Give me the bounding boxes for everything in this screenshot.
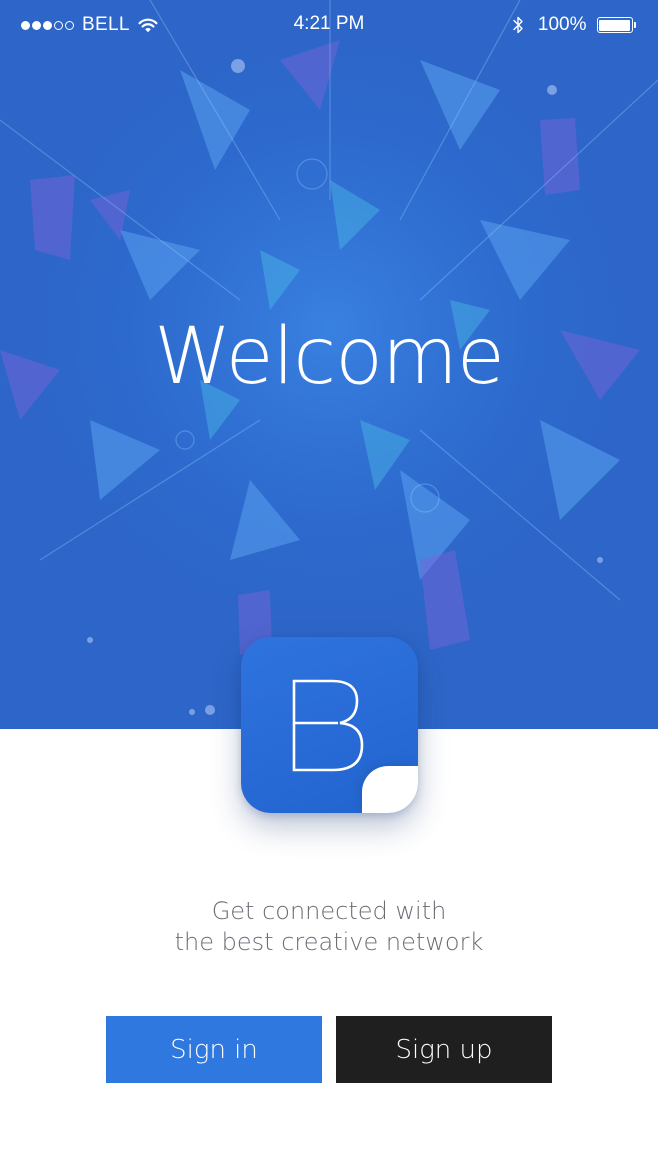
bluetooth-icon xyxy=(513,16,523,34)
battery-percentage: 100% xyxy=(537,14,587,35)
tagline: Get connected with the best creative net… xyxy=(0,896,658,958)
hero-banner: BELL 4:21 PM 100% Welcome xyxy=(0,0,658,729)
sign-in-button[interactable]: Sign in xyxy=(106,1016,322,1083)
status-bar: BELL 4:21 PM 100% xyxy=(0,0,658,50)
battery-level-fill xyxy=(599,19,630,31)
battery-icon xyxy=(596,17,636,33)
status-right-group: 100% xyxy=(512,13,636,37)
welcome-screen: BELL 4:21 PM 100% Welcome Get connected … xyxy=(0,0,658,1170)
battery-tip xyxy=(633,22,636,28)
battery-body xyxy=(596,17,633,33)
sign-up-button[interactable]: Sign up xyxy=(336,1016,552,1083)
tagline-line-1: Get connected with xyxy=(211,897,447,925)
welcome-title: Welcome xyxy=(154,312,505,402)
tagline-line-2: the best creative network xyxy=(174,928,484,956)
